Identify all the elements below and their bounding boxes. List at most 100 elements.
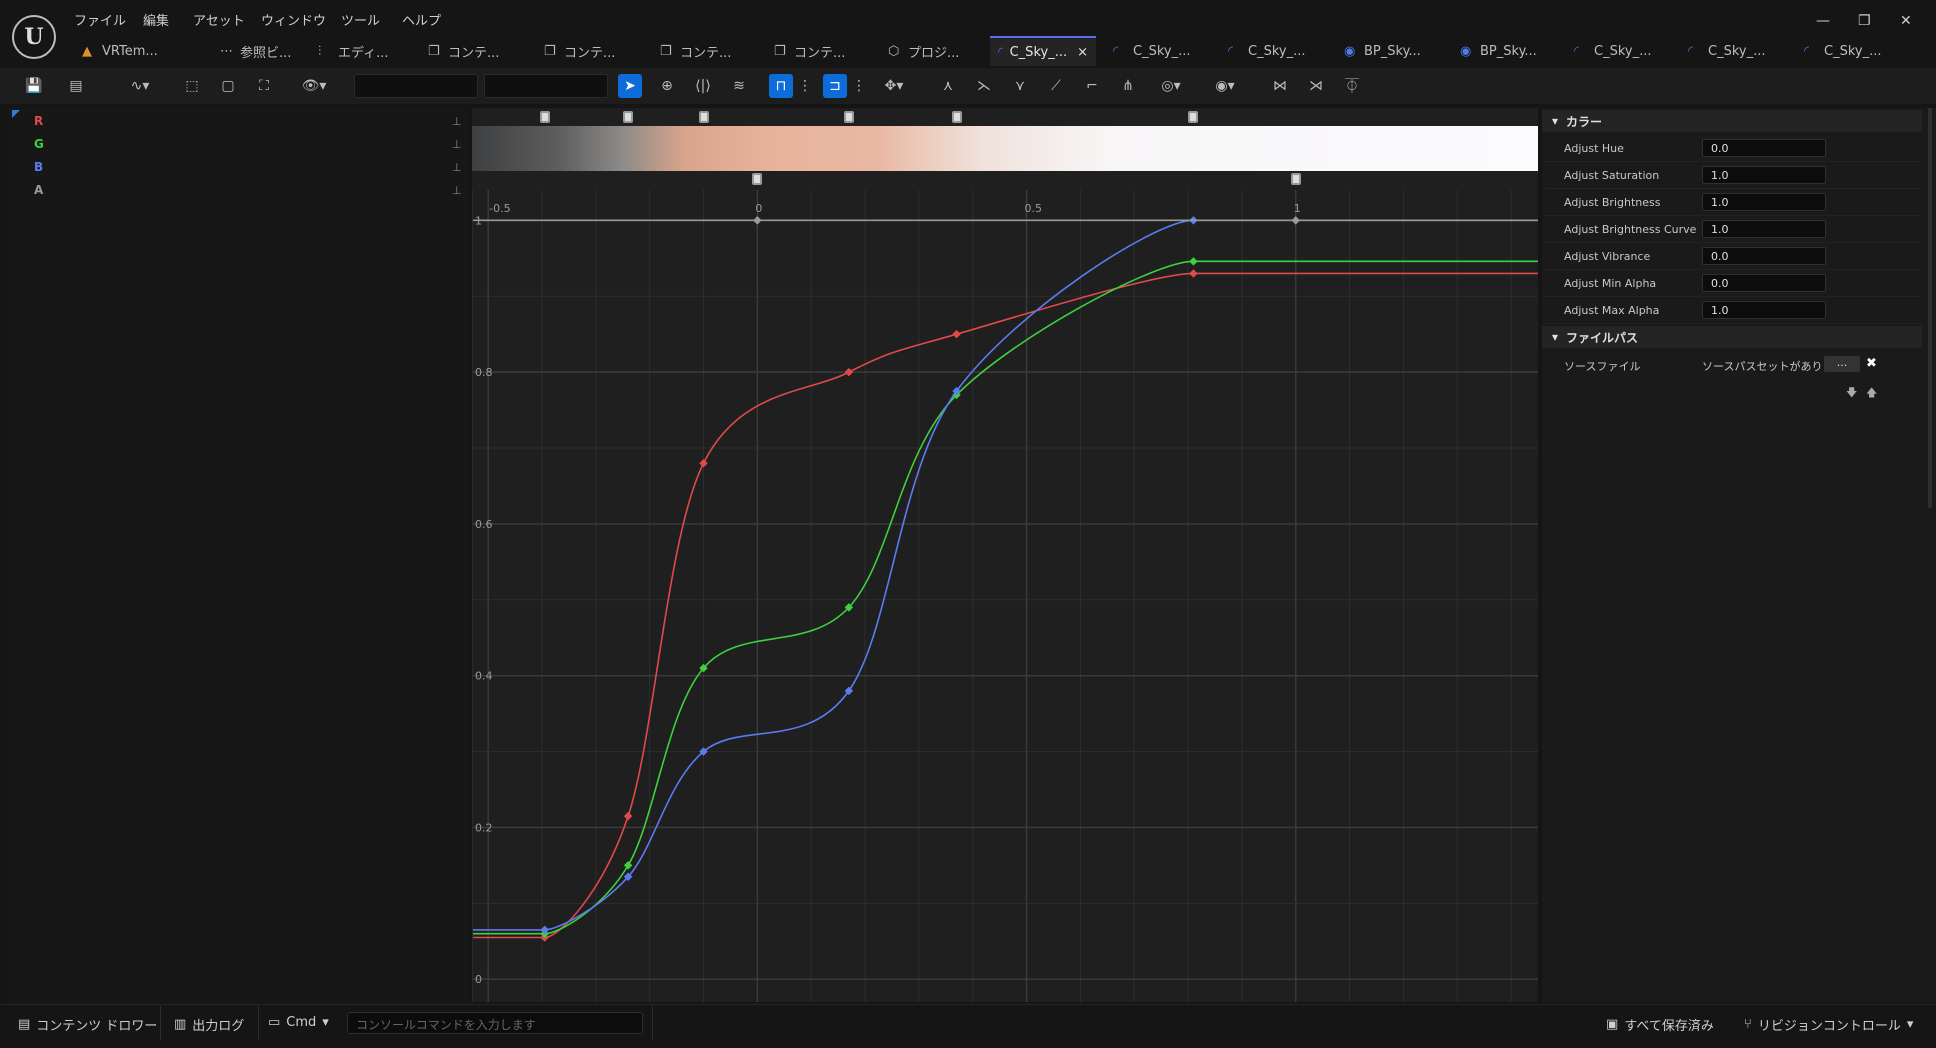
tab-15[interactable]: ◜ C_Sky_...	[1796, 36, 1902, 66]
multi-scale-tool-icon[interactable]: ≋	[727, 74, 751, 98]
constant-tangent-icon[interactable]: ⌐	[1080, 74, 1104, 98]
snap-time-icon[interactable]: ⊐	[823, 74, 847, 98]
clear-path-icon[interactable]: ✖	[1866, 356, 1877, 371]
tab-3[interactable]: ❐ コンテ...	[420, 36, 528, 66]
frame-selection-icon[interactable]: ⛶	[252, 74, 276, 98]
tab-1[interactable]: ⋯ 参照ビ...	[212, 36, 308, 66]
value-input-field[interactable]	[484, 74, 608, 98]
curve-graph[interactable]: -0.5 0 0.5 100.20.40.60.81	[472, 190, 1538, 1002]
retime-tool-icon[interactable]: ⟨|⟩	[691, 74, 715, 98]
keyframe-a[interactable]	[753, 216, 762, 225]
cmd-dropdown[interactable]: ▭ Cmd ▾	[268, 1015, 329, 1030]
view-options-dropdown[interactable]: 👁▾	[296, 74, 332, 98]
keyframe-g[interactable]	[1189, 257, 1198, 266]
time-input-field[interactable]	[354, 74, 478, 98]
tab-10[interactable]: ◜ C_Sky_...	[1220, 36, 1326, 66]
tab-5[interactable]: ❐ コンテ...	[652, 36, 760, 66]
straighten-icon[interactable]: ⋈	[1268, 74, 1292, 98]
menu-tools[interactable]: ツール	[341, 10, 380, 29]
prop-value-field[interactable]: 0.0	[1702, 274, 1826, 292]
axis-snap-dropdown[interactable]: ✥▾	[876, 74, 912, 98]
alpha-stop-handle[interactable]	[752, 173, 763, 185]
content-drawer-button[interactable]: ▤ コンテンツ ドロワー	[18, 1015, 157, 1034]
gradient-preview-bar[interactable]	[472, 126, 1538, 171]
restore-icon[interactable]: ❐	[1858, 13, 1871, 29]
menu-window[interactable]: ウィンドウ	[261, 10, 326, 29]
tab-0[interactable]: ▲ VRTem...	[74, 36, 174, 66]
menu-edit[interactable]: 編集	[143, 10, 169, 29]
user-tangent-icon[interactable]: ⋋	[972, 74, 996, 98]
color-section-header[interactable]: ▾ カラー	[1542, 110, 1922, 132]
pre-infinity-dropdown[interactable]: ◎▾	[1152, 74, 1190, 98]
keyframe-r[interactable]	[1189, 269, 1198, 278]
close-window-icon[interactable]: ✕	[1900, 13, 1912, 29]
snap-time-options-icon[interactable]: ⋮	[852, 74, 866, 98]
tab-11[interactable]: ◉ BP_Sky...	[1336, 36, 1444, 66]
color-stop-handle[interactable]	[1188, 111, 1199, 123]
tab-12[interactable]: ◉ BP_Sky...	[1452, 36, 1560, 66]
alpha-stop-handle[interactable]	[1290, 173, 1301, 185]
linear-tangent-icon[interactable]: ⟋	[1044, 74, 1068, 98]
tab-14[interactable]: ◜ C_Sky_...	[1680, 36, 1786, 66]
weight-icon[interactable]: ⋊	[1304, 74, 1328, 98]
post-infinity-dropdown[interactable]: ◉▾	[1206, 74, 1244, 98]
tab-6[interactable]: ❐ コンテ...	[766, 36, 874, 66]
add-key-icon[interactable]: ⏁	[1340, 74, 1364, 98]
prop-value-field[interactable]: 0.0	[1702, 247, 1826, 265]
tab-2[interactable]: ⫶ エディ...	[310, 36, 414, 66]
browse-asset-icon[interactable]: ▤	[64, 74, 88, 98]
prop-value-field[interactable]: 1.0	[1702, 166, 1826, 184]
keyframe-r[interactable]	[952, 329, 961, 339]
channel-r[interactable]: R	[34, 114, 43, 128]
arrow-up-icon[interactable]: 🡅	[1866, 384, 1877, 403]
menu-file[interactable]: ファイル	[74, 10, 126, 29]
filepath-section-header[interactable]: ▾ ファイルパス	[1542, 326, 1922, 348]
tab-9[interactable]: ◜ C_Sky_...	[1105, 36, 1211, 66]
keyframe-a[interactable]	[1291, 216, 1300, 225]
select-frame-icon[interactable]: ⬚	[180, 74, 204, 98]
keyframe-r[interactable]	[623, 811, 633, 821]
color-stop-handle[interactable]	[951, 111, 962, 123]
tab-8[interactable]: ◜ C_Sky_... ×	[990, 36, 1096, 66]
keyframe-g[interactable]	[623, 861, 633, 870]
frame-all-icon[interactable]: ▢	[216, 74, 240, 98]
channel-a[interactable]: A	[34, 183, 43, 197]
menu-help[interactable]: ヘルプ	[402, 10, 441, 29]
prop-value-field[interactable]: 0.0	[1702, 139, 1826, 157]
arrow-down-icon[interactable]: 🡇	[1846, 384, 1857, 403]
prop-value-field[interactable]: 1.0	[1702, 301, 1826, 319]
close-tab-icon[interactable]: ×	[1077, 45, 1088, 60]
unreal-logo-icon[interactable]: U	[12, 15, 56, 59]
tab-13[interactable]: ◜ C_Sky_...	[1566, 36, 1672, 66]
snap-options-icon[interactable]: ⋮	[798, 74, 812, 98]
menu-asset[interactable]: アセット	[193, 10, 245, 29]
keyframe-r[interactable]	[699, 458, 708, 468]
revision-control-button[interactable]: ⑂ リビジョンコントロール ▾	[1744, 1015, 1913, 1034]
break-tangent-icon[interactable]: ⋎	[1008, 74, 1032, 98]
pin-icon[interactable]: ⊥	[452, 161, 462, 174]
channel-g[interactable]: G	[34, 137, 44, 151]
curve-mode-dropdown[interactable]: ∿▾	[122, 74, 158, 98]
snap-value-icon[interactable]: ⊓	[769, 74, 793, 98]
flatten-tangent-icon[interactable]: ⋔	[1116, 74, 1140, 98]
prop-value-field[interactable]: 1.0	[1702, 193, 1826, 211]
save-all-button[interactable]: ▣ すべて保存済み	[1606, 1015, 1714, 1034]
pin-icon[interactable]: ⊥	[452, 138, 462, 151]
details-scrollbar[interactable]	[1928, 108, 1932, 508]
pin-icon[interactable]: ⊥	[452, 184, 462, 197]
output-log-button[interactable]: ▥ 出力ログ	[174, 1015, 244, 1034]
auto-tangent-icon[interactable]: ⋏	[936, 74, 960, 98]
color-stop-handle[interactable]	[539, 111, 550, 123]
save-icon[interactable]: 💾	[22, 74, 46, 98]
color-stop-handle[interactable]	[698, 111, 709, 123]
transform-tool-icon[interactable]: ⊕	[655, 74, 679, 98]
browse-button[interactable]: ...	[1824, 356, 1860, 372]
keyframe-r[interactable]	[844, 367, 854, 377]
tab-7[interactable]: ⬡ プロジ...	[880, 36, 984, 66]
tab-4[interactable]: ❐ コンテ...	[536, 36, 644, 66]
color-stop-handle[interactable]	[623, 111, 634, 123]
prop-value-field[interactable]: 1.0	[1702, 220, 1826, 238]
select-tool-icon[interactable]: ➤	[618, 74, 642, 98]
console-input[interactable]: コンソールコマンドを入力します	[347, 1012, 643, 1034]
color-stop-handle[interactable]	[843, 111, 854, 123]
